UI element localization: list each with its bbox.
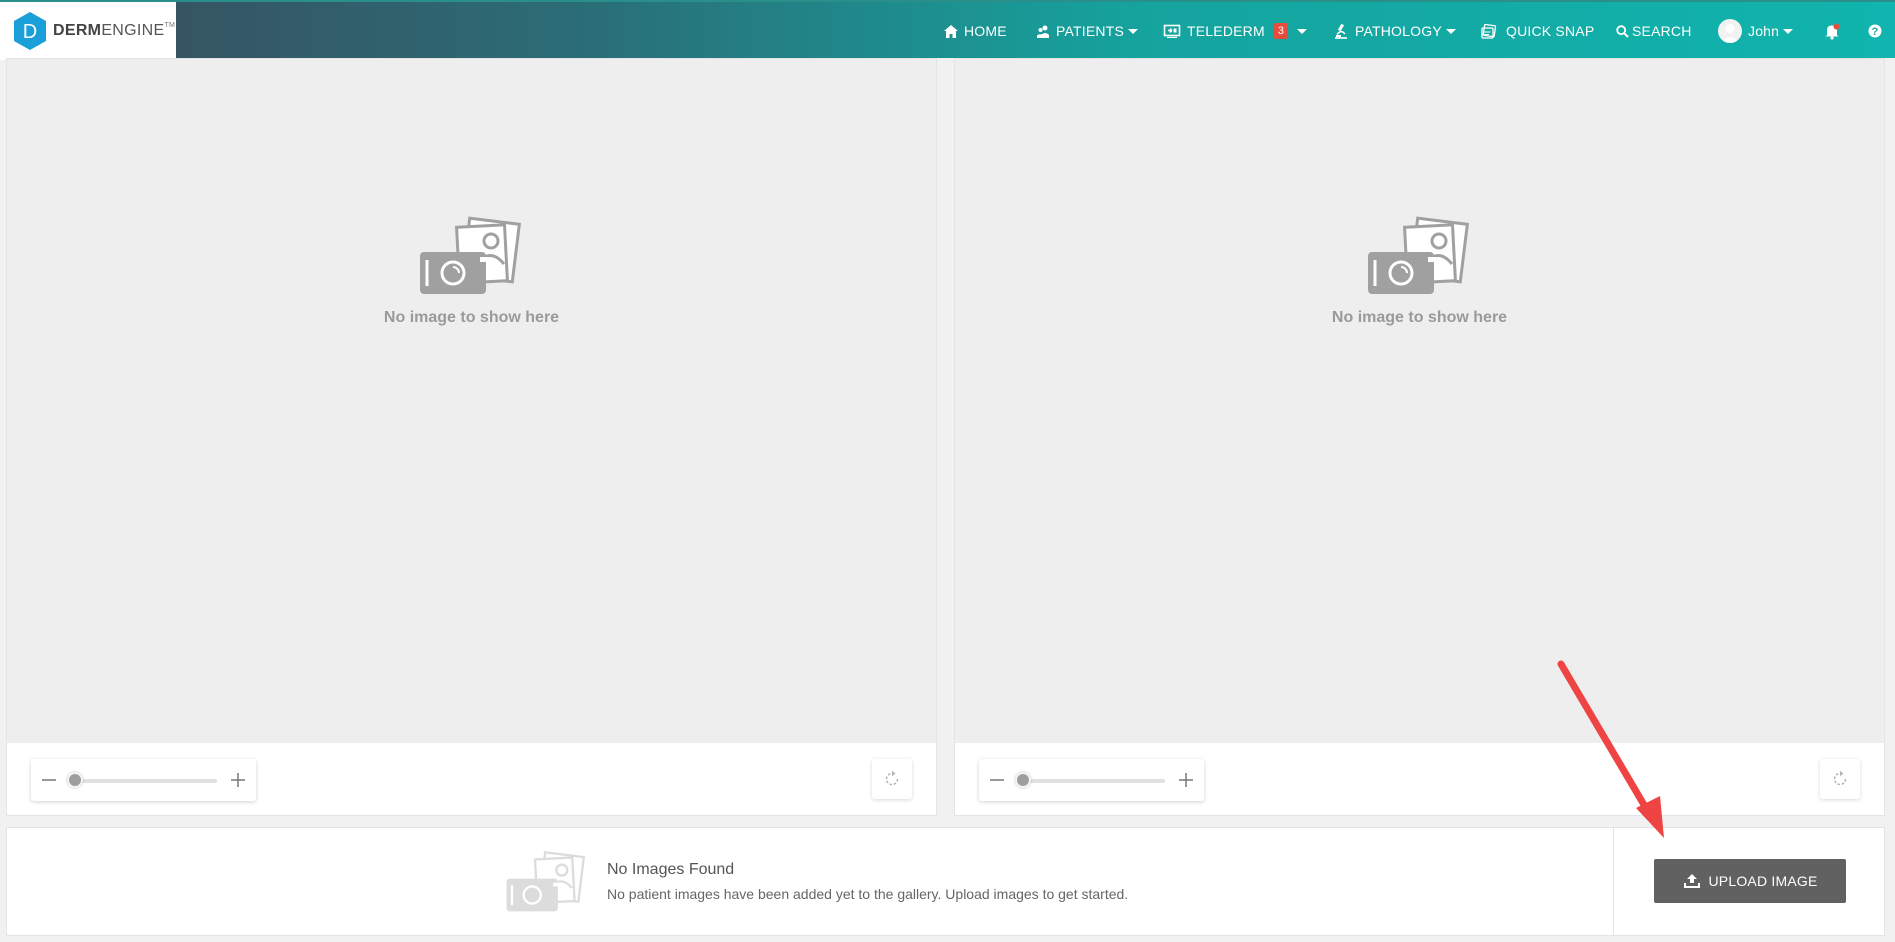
nav-quick-snap[interactable]: QUICK SNAP: [1481, 2, 1594, 60]
plus-icon: [1179, 773, 1193, 787]
zoom-out-button[interactable]: [40, 771, 58, 789]
zoom-in-button[interactable]: [1177, 771, 1195, 789]
no-image-message: No image to show here: [383, 309, 560, 326]
microscope-icon: [1333, 23, 1349, 39]
empty-gallery-icon: [505, 848, 589, 919]
viewer-canvas[interactable]: No image to show here: [7, 59, 936, 743]
image-gallery: No Images Found No patient images have b…: [6, 827, 1885, 936]
zoom-control: [979, 759, 1204, 801]
empty-viewer-placeholder: No image to show here: [7, 214, 936, 327]
brand-name: DERMENGINETM: [53, 22, 176, 39]
zoom-slider-thumb[interactable]: [67, 772, 83, 788]
rotate-button[interactable]: [1820, 759, 1860, 799]
viewer-canvas[interactable]: No image to show here: [955, 59, 1884, 743]
patients-icon: [1036, 25, 1050, 38]
rotate-button[interactable]: [872, 759, 912, 799]
nav-user-menu[interactable]: John: [1718, 2, 1794, 60]
camera-photos-icon: [1367, 216, 1469, 294]
help-button[interactable]: ?: [1868, 2, 1882, 60]
rotate-icon: [1833, 770, 1847, 786]
chevron-down-icon: [1127, 28, 1138, 34]
notifications-button[interactable]: [1824, 2, 1840, 60]
quick-snap-icon: [1481, 23, 1497, 39]
nav-search[interactable]: SEARCH: [1616, 2, 1692, 60]
zoom-slider-thumb[interactable]: [1015, 772, 1031, 788]
telederm-count-badge: 3: [1273, 23, 1289, 39]
nav-home[interactable]: HOME: [944, 2, 1007, 60]
image-viewer-right: No image to show here: [954, 58, 1885, 816]
rotate-icon: [885, 770, 899, 786]
chevron-down-icon: [1783, 28, 1794, 34]
nav-telederm[interactable]: TELEDERM 3: [1163, 2, 1308, 60]
zoom-control: [31, 759, 256, 801]
chevron-down-icon: [1297, 28, 1308, 34]
zoom-slider-track[interactable]: [1015, 779, 1165, 783]
plus-icon: [231, 773, 245, 787]
minus-icon: [42, 779, 56, 781]
zoom-in-button[interactable]: [229, 771, 247, 789]
upload-image-button[interactable]: UPLOAD IMAGE: [1654, 859, 1846, 903]
empty-gallery-title: No Images Found: [607, 861, 735, 878]
svg-text:?: ?: [1872, 26, 1879, 38]
image-viewer-left: No image to show here: [6, 58, 937, 816]
gallery-divider: [1613, 828, 1614, 935]
bell-icon: [1824, 23, 1840, 40]
brand-hex-icon: D: [12, 11, 48, 51]
search-icon: [1616, 24, 1629, 38]
nav-patients[interactable]: PATIENTS: [1036, 2, 1138, 60]
telederm-icon: [1163, 24, 1181, 38]
empty-viewer-placeholder: No image to show here: [955, 214, 1884, 327]
upload-icon: [1683, 874, 1700, 888]
nav-pathology[interactable]: PATHOLOGY: [1333, 2, 1456, 60]
avatar: [1718, 19, 1742, 43]
svg-text:D: D: [23, 21, 37, 43]
help-icon: ?: [1868, 24, 1882, 38]
no-image-message: No image to show here: [1331, 309, 1508, 326]
brand-logo[interactable]: D DERMENGINETM: [0, 2, 176, 60]
empty-gallery-description: No patient images have been added yet to…: [607, 886, 1129, 902]
camera-photos-icon: [419, 216, 521, 294]
zoom-slider-track[interactable]: [67, 779, 217, 783]
home-icon: [944, 24, 958, 38]
chevron-down-icon: [1445, 28, 1456, 34]
zoom-out-button[interactable]: [988, 771, 1006, 789]
minus-icon: [990, 779, 1004, 781]
top-navbar: D DERMENGINETM HOME PATIENTS TELEDERM 3 …: [0, 0, 1895, 60]
